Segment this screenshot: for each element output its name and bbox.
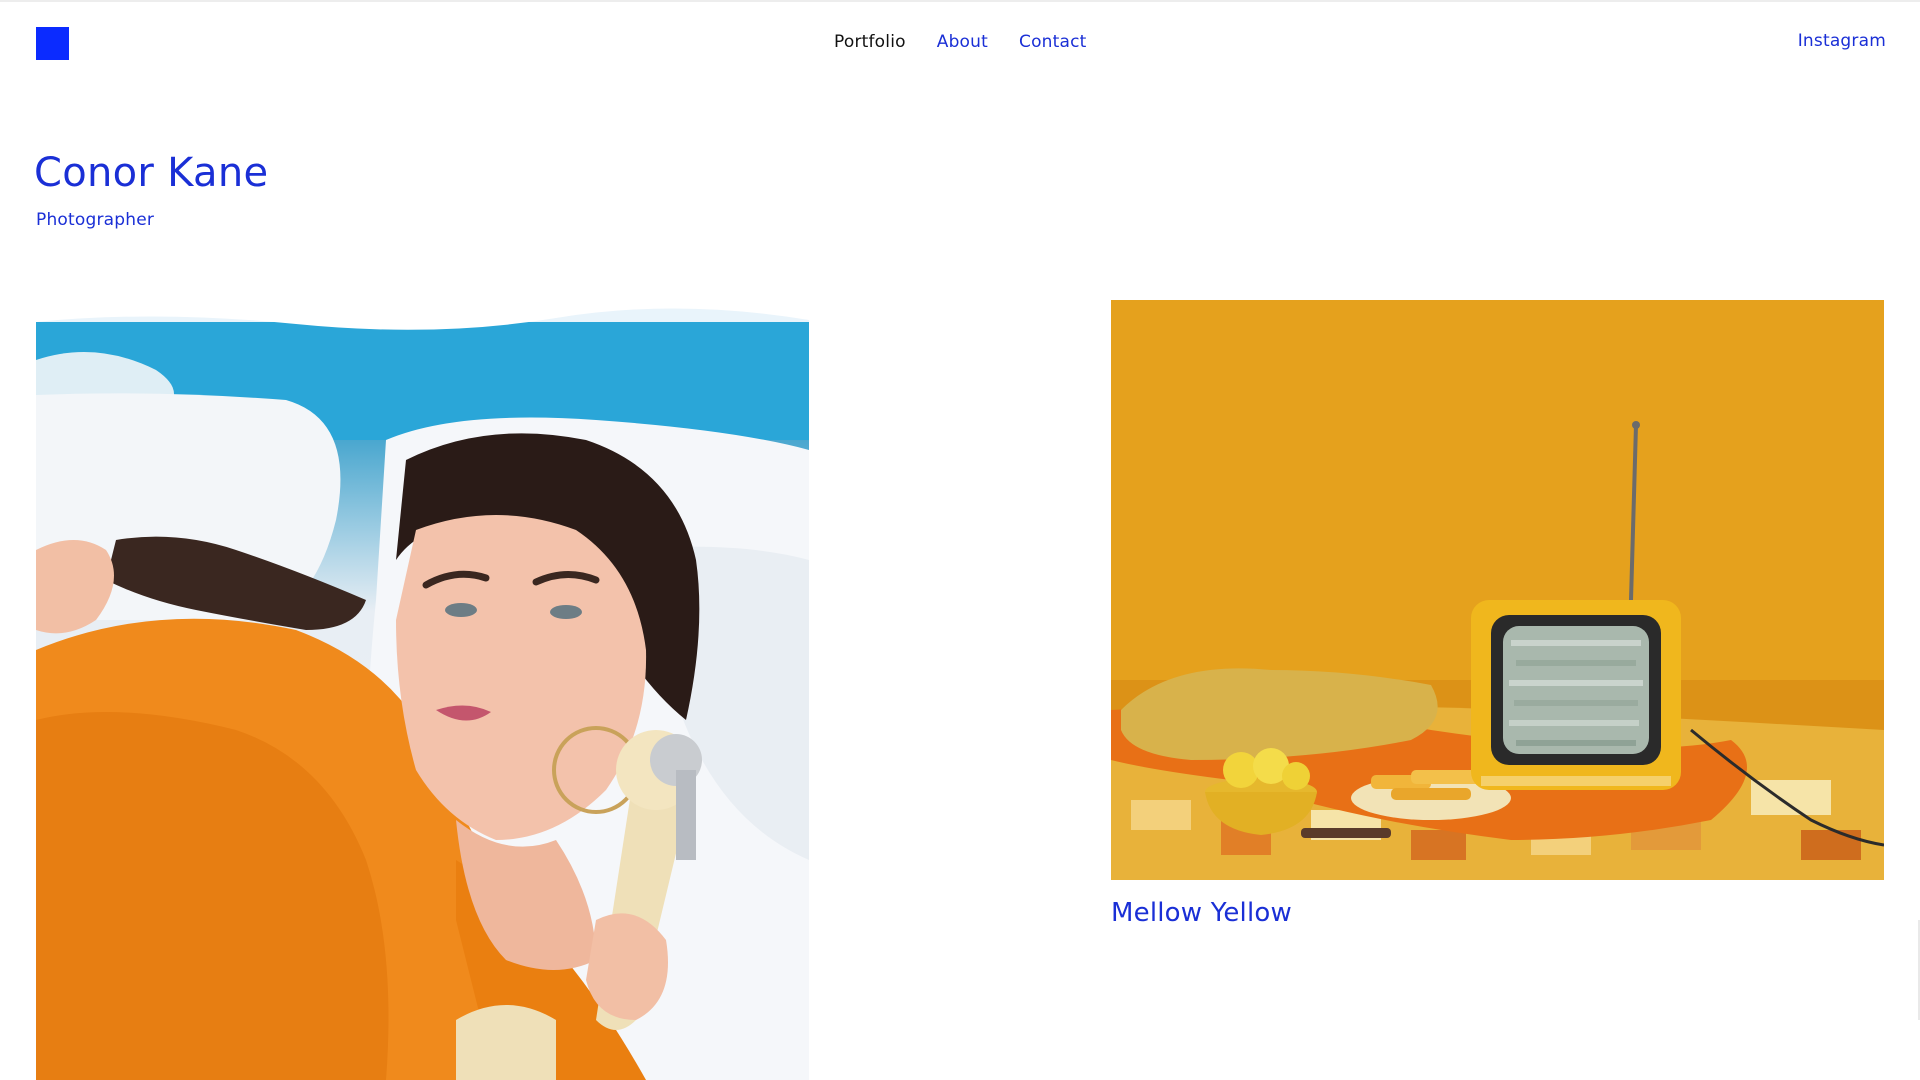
still-life-illustration — [1111, 300, 1884, 880]
page-subtitle: Photographer — [36, 210, 155, 230]
project-card-2[interactable]: Mellow Yellow — [1111, 300, 1884, 928]
project-card-1[interactable] — [36, 300, 809, 1080]
woman-with-vintage-phone-photo — [36, 300, 809, 1080]
project-title[interactable]: Mellow Yellow — [1111, 898, 1884, 928]
mellow-yellow-tv-still-life-photo — [1111, 300, 1884, 880]
main-nav: Portfolio About Contact — [834, 32, 1087, 52]
nav-link-portfolio[interactable]: Portfolio — [834, 32, 906, 52]
nav-link-about[interactable]: About — [937, 32, 988, 52]
instagram-link[interactable]: Instagram — [1798, 31, 1886, 51]
page-title: Conor Kane — [34, 150, 269, 196]
top-border — [0, 0, 1920, 2]
nav-link-contact[interactable]: Contact — [1019, 32, 1087, 52]
logo-square[interactable] — [36, 27, 69, 60]
portrait-illustration — [36, 300, 809, 1080]
